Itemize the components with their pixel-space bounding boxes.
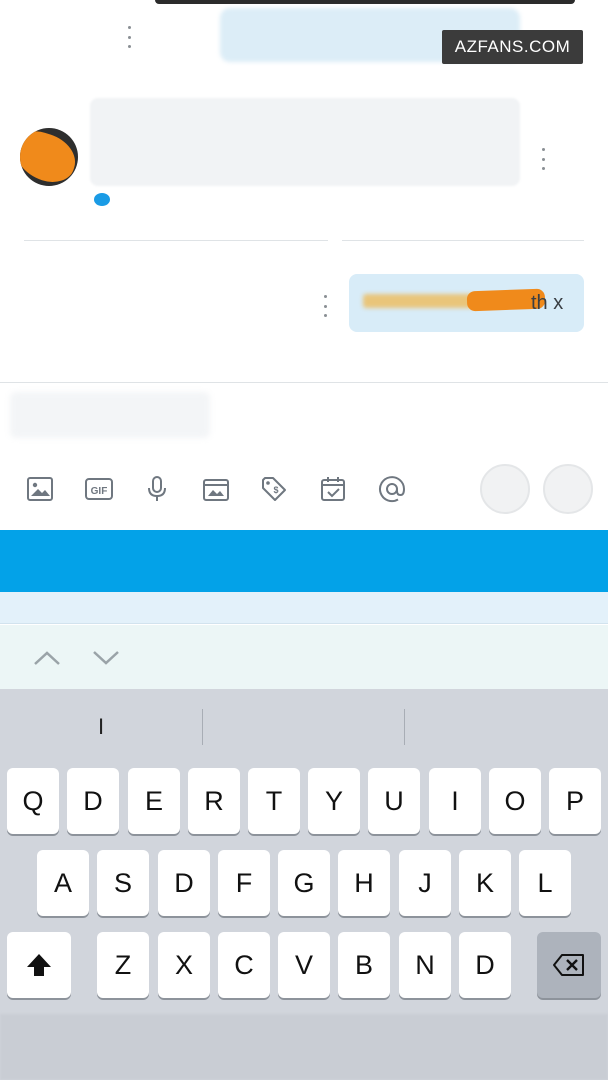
gif-label: GIF — [91, 486, 108, 497]
key-b[interactable]: B — [338, 932, 390, 998]
shift-arrow-icon — [27, 954, 51, 976]
key-n[interactable]: N — [399, 932, 451, 998]
media-card-icon[interactable] — [200, 473, 232, 505]
suggestion-3[interactable] — [405, 689, 608, 765]
watermark: AZFANS.COM — [442, 30, 583, 64]
price-tag-icon[interactable]: $ — [258, 473, 290, 505]
key-y[interactable]: Y — [308, 768, 360, 834]
keyboard-nav-bar — [0, 625, 608, 689]
sent-message-bubble[interactable]: th x — [349, 274, 584, 332]
message-options-icon[interactable] — [319, 295, 331, 317]
image-icon[interactable] — [24, 473, 56, 505]
key-d[interactable]: D — [158, 850, 210, 916]
status-dot — [94, 193, 110, 206]
calendar-check-icon[interactable] — [317, 473, 349, 505]
toggle-button[interactable] — [480, 464, 530, 514]
sent-message-text: th x — [531, 292, 564, 314]
avatar[interactable] — [20, 128, 78, 186]
avatar-redaction — [20, 128, 78, 186]
key-i[interactable]: I — [429, 768, 481, 834]
key-t[interactable]: T — [248, 768, 300, 834]
compose-divider — [0, 382, 608, 383]
key-c[interactable]: C — [218, 932, 270, 998]
screen: AZFANS.COM th x GIF $ I Q D E R T Y U I … — [0, 0, 608, 1080]
key-u[interactable]: U — [368, 768, 420, 834]
key-p[interactable]: P — [549, 768, 601, 834]
key-f[interactable]: F — [218, 850, 270, 916]
divider — [342, 240, 584, 241]
message-options-icon[interactable] — [537, 148, 549, 170]
key-h[interactable]: H — [338, 850, 390, 916]
key-v[interactable]: V — [278, 932, 330, 998]
key-e[interactable]: E — [128, 768, 180, 834]
svg-text:$: $ — [273, 485, 278, 495]
chevron-up-icon[interactable] — [30, 643, 64, 673]
keyboard: I Q D E R T Y U I O P A S D F G H J K L … — [0, 689, 608, 1080]
mention-icon[interactable] — [376, 473, 408, 505]
key-q[interactable]: Q — [7, 768, 59, 834]
backspace-icon — [553, 954, 584, 976]
key-j[interactable]: J — [399, 850, 451, 916]
suggestion-2[interactable] — [203, 689, 404, 765]
info-bar — [0, 592, 608, 624]
key-o[interactable]: O — [489, 768, 541, 834]
blurred-received-message — [90, 98, 520, 186]
accent-bar — [0, 530, 608, 592]
key-l[interactable]: L — [519, 850, 571, 916]
blurred-emoji-text — [363, 294, 475, 308]
gif-icon[interactable]: GIF — [83, 473, 115, 505]
key-s[interactable]: S — [97, 850, 149, 916]
previous-media-edge — [155, 0, 575, 4]
key-x[interactable]: X — [158, 932, 210, 998]
key-z[interactable]: Z — [97, 932, 149, 998]
keyboard-bottom-row — [0, 1014, 608, 1080]
microphone-icon[interactable] — [141, 473, 173, 505]
shift-key[interactable] — [7, 932, 71, 998]
send-button[interactable] — [543, 464, 593, 514]
divider — [24, 240, 328, 241]
key-k[interactable]: K — [459, 850, 511, 916]
key-m[interactable]: D — [459, 932, 511, 998]
key-g[interactable]: G — [278, 850, 330, 916]
backspace-key[interactable] — [537, 932, 601, 998]
key-a[interactable]: A — [37, 850, 89, 916]
key-r[interactable]: R — [188, 768, 240, 834]
message-input[interactable] — [10, 392, 210, 438]
chevron-down-icon[interactable] — [89, 643, 123, 673]
key-w[interactable]: D — [67, 768, 119, 834]
suggestion-1[interactable]: I — [0, 689, 202, 765]
message-options-icon[interactable] — [123, 26, 135, 48]
